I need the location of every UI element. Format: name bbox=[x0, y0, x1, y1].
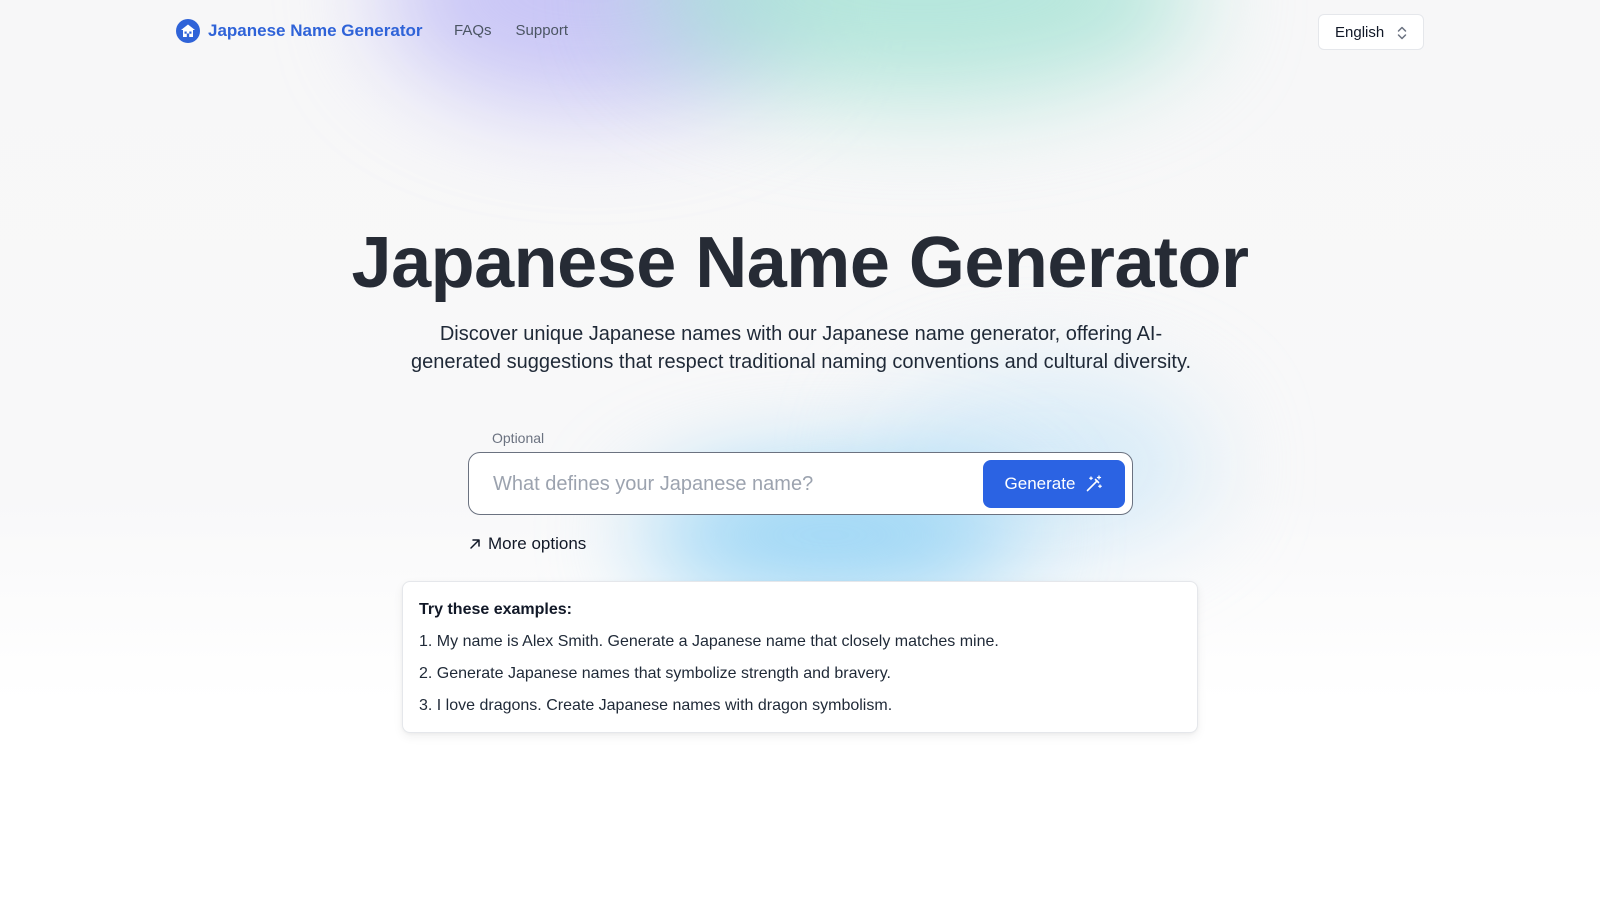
example-item[interactable]: 3. I love dragons. Create Japanese names… bbox=[419, 695, 1181, 727]
hero-description: Discover unique Japanese names with our … bbox=[410, 323, 1192, 373]
brand-name: Japanese Name Generator bbox=[208, 21, 423, 40]
nav-link-faqs[interactable]: FAQs bbox=[454, 22, 492, 39]
generate-button[interactable]: Generate bbox=[983, 460, 1125, 508]
brand-link[interactable]: Japanese Name Generator bbox=[176, 19, 423, 43]
generate-button-label: Generate bbox=[1004, 474, 1076, 493]
name-prompt-box: Generate bbox=[468, 452, 1133, 515]
more-options-label: More options bbox=[488, 534, 587, 553]
nav-link-support[interactable]: Support bbox=[516, 22, 569, 39]
language-select[interactable]: English bbox=[1318, 14, 1424, 50]
name-prompt-input[interactable] bbox=[483, 461, 963, 507]
more-options-toggle[interactable]: More options bbox=[468, 534, 586, 554]
language-selected-label: English bbox=[1335, 23, 1385, 41]
chevron-updown-icon bbox=[1397, 26, 1407, 40]
optional-label: Optional bbox=[492, 430, 545, 446]
example-item[interactable]: 1. My name is Alex Smith. Generate a Jap… bbox=[419, 631, 1181, 663]
background-gradient bbox=[0, 0, 1600, 900]
main-nav: FAQs Support bbox=[454, 22, 568, 39]
top-navbar: Japanese Name Generator FAQs Support Eng… bbox=[0, 0, 1600, 64]
page-title: Japanese Name Generator bbox=[351, 223, 1249, 303]
arrow-up-right-icon bbox=[470, 539, 480, 549]
house-logo-icon bbox=[176, 19, 200, 43]
examples-card: Try these examples: 1. My name is Alex S… bbox=[402, 581, 1198, 733]
examples-title: Try these examples: bbox=[419, 601, 572, 618]
example-item[interactable]: 2. Generate Japanese names that symboliz… bbox=[419, 663, 1181, 695]
magic-wand-icon bbox=[1087, 475, 1103, 492]
